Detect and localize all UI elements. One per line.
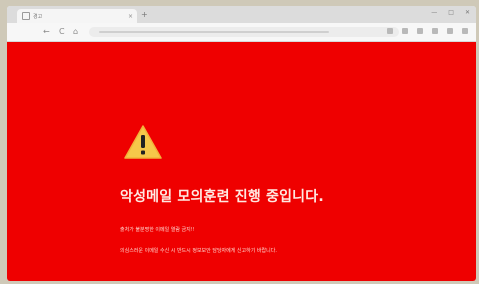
browser-tab[interactable]: 경고 × [17,9,137,23]
address-bar[interactable] [89,27,399,37]
collections-icon[interactable] [432,28,438,34]
zoom-icon[interactable] [402,28,408,34]
back-button[interactable]: ← [43,27,50,36]
tab-close-icon[interactable]: × [128,13,133,20]
bookmark-icon[interactable] [387,28,393,34]
browser-window: 경고 × + — □ ✕ ← C ⌂ 악성메일 모의훈련 진행 중입니다. 출처… [7,6,476,281]
refresh-button[interactable]: C [59,27,65,36]
screen-background: 경고 × + — □ ✕ ← C ⌂ 악성메일 모의훈련 진행 중입니다. 출처… [0,0,479,284]
profile-icon[interactable] [447,28,453,34]
favorites-icon[interactable] [417,28,423,34]
toolbar-icons [387,28,468,34]
warning-page: 악성메일 모의훈련 진행 중입니다. 출처가 불분명한 이메일 열람 금지!! … [7,42,476,281]
tab-title: 경고 [33,13,43,20]
warning-triangle-icon [124,125,162,159]
more-menu-icon[interactable] [462,28,468,34]
home-button[interactable]: ⌂ [73,27,78,36]
warning-message-1: 출처가 불분명한 이메일 열람 금지!! [120,227,195,233]
url-text-blurred [99,31,329,33]
new-tab-button[interactable]: + [141,10,148,19]
warning-headline: 악성메일 모의훈련 진행 중입니다. [120,189,324,205]
close-window-button[interactable]: ✕ [465,9,470,16]
tab-strip: 경고 × + — □ ✕ [7,6,476,23]
browser-toolbar: ← C ⌂ [7,23,476,42]
minimize-button[interactable]: — [431,9,437,16]
maximize-button[interactable]: □ [448,9,454,16]
warning-message-2: 의심스러운 이메일 수신 시 반드시 정보보안 담당자에게 신고하기 바랍니다. [120,248,277,254]
page-favicon-icon [22,12,30,20]
window-controls: — □ ✕ [431,9,470,16]
